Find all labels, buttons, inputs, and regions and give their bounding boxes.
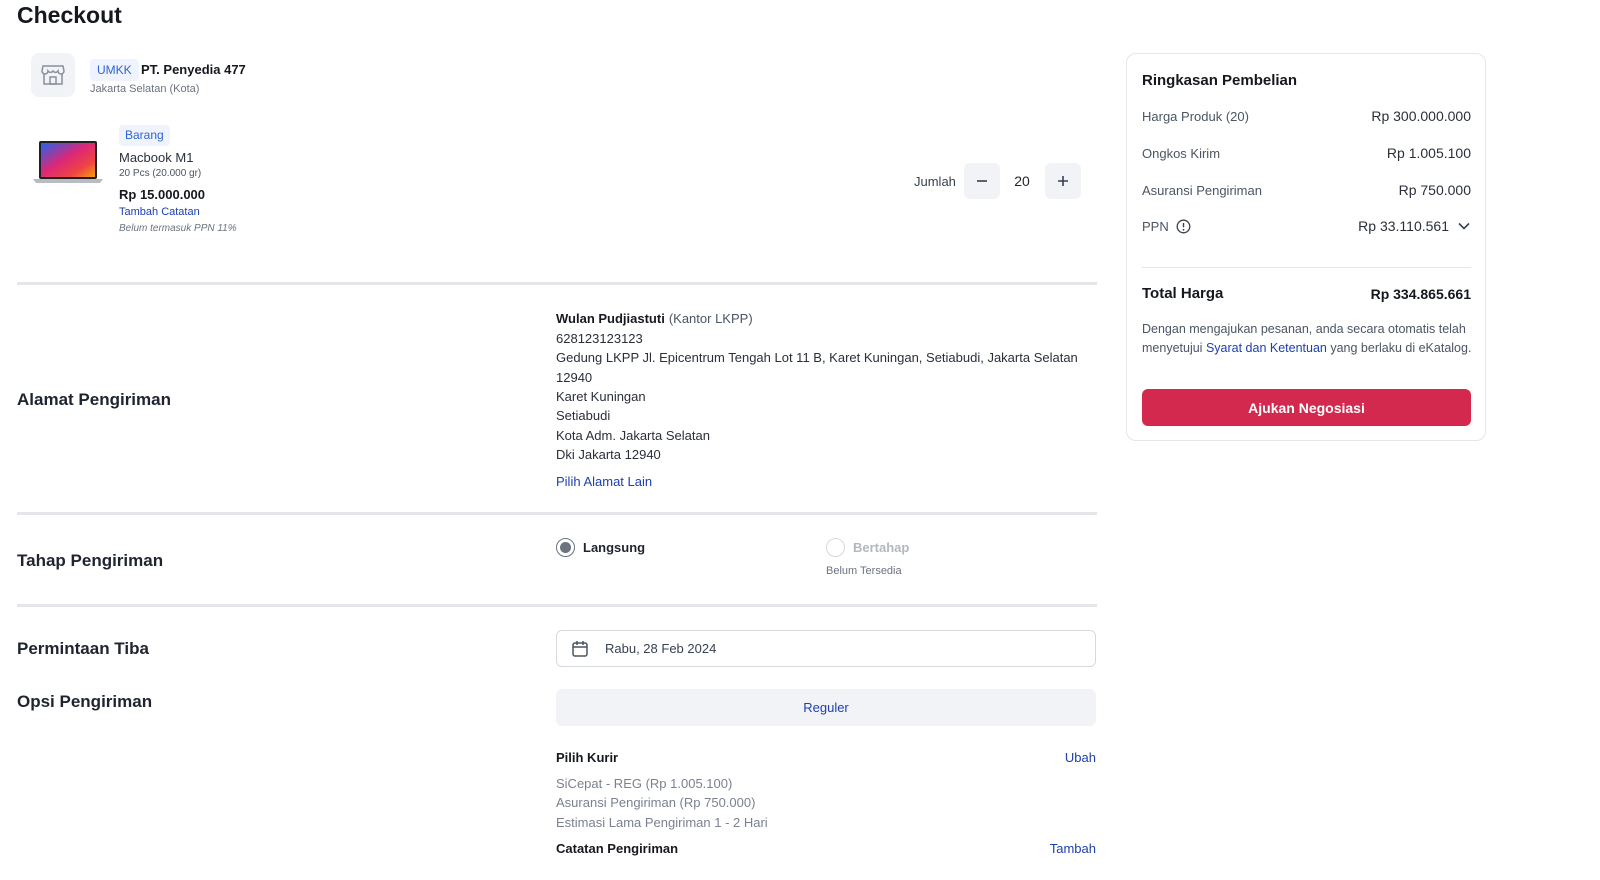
arrival-request-label: Permintaan Tiba	[17, 639, 149, 658]
product-image	[31, 140, 105, 184]
product-quantity-info: 20 Pcs (20.000 gr)	[119, 168, 202, 179]
address-street: Gedung LKPP Jl. Epicentrum Tengah Lot 11…	[556, 350, 1078, 365]
summary-value: Rp 750.000	[1398, 182, 1471, 198]
summary-value: Rp 1.005.100	[1386, 145, 1471, 161]
ppn-label-group: PPN	[1142, 219, 1191, 234]
staged-unavailable-note: Belum Tersedia	[826, 565, 902, 577]
summary-value: Rp 33.110.561	[1358, 218, 1449, 234]
radio-direct-label: Langsung	[583, 540, 646, 555]
address-village: Karet Kuningan	[556, 389, 646, 404]
recipient-name: Wulan Pudjiastuti	[556, 311, 665, 326]
total-label: Total Harga	[1142, 285, 1224, 302]
address-postal: 12940	[556, 370, 593, 385]
radio-direct[interactable]	[556, 538, 575, 557]
page-title: Checkout	[17, 2, 122, 28]
total-value: Rp 334.865.661	[1370, 285, 1471, 302]
recipient-office: (Kantor LKPP)	[668, 311, 753, 326]
store-icon	[31, 53, 75, 97]
summary-row-ppn: PPN Rp 33.110.561	[1142, 218, 1471, 234]
summary-divider	[1142, 267, 1471, 268]
shipping-option-reguler[interactable]: Reguler	[556, 689, 1096, 726]
chevron-down-icon	[1458, 222, 1470, 230]
umkk-badge: UMKK	[90, 59, 139, 81]
summary-label: PPN	[1142, 218, 1169, 234]
plus-icon	[1058, 176, 1068, 186]
courier-label: Pilih Kurir	[556, 750, 619, 765]
decrease-quantity-button[interactable]	[964, 163, 1000, 199]
agreement-text: Dengan mengajukan pesanan, anda secara o…	[1142, 320, 1474, 357]
quantity-value[interactable]: 20	[1004, 173, 1040, 189]
recipient-phone: 628123123123	[556, 331, 643, 346]
divider	[17, 282, 1097, 285]
summary-label: Harga Produk (20)	[1142, 108, 1249, 124]
arrival-date-input[interactable]: Rabu, 28 Feb 2024	[556, 630, 1096, 667]
minus-icon	[977, 180, 987, 182]
divider	[17, 604, 1097, 607]
product-name: Macbook M1	[119, 150, 194, 165]
tax-note: Belum termasuk PPN 11%	[119, 223, 237, 234]
terms-link[interactable]: Syarat dan Ketentuan	[1206, 341, 1327, 355]
courier-service: SiCepat - REG (Rp 1.005.100)	[556, 776, 733, 791]
ppn-value-toggle[interactable]: Rp 33.110.561	[1358, 218, 1471, 234]
summary-value: Rp 300.000.000	[1371, 108, 1471, 124]
shipping-option-label: Opsi Pengiriman	[17, 692, 153, 711]
shipping-stage-label: Tahap Pengiriman	[17, 551, 164, 570]
agreement-suffix: yang berlaku di eKatalog.	[1326, 340, 1472, 355]
increase-quantity-button[interactable]	[1045, 163, 1081, 199]
courier-estimate: Estimasi Lama Pengiriman 1 - 2 Hari	[556, 815, 768, 830]
address-city: Kota Adm. Jakarta Selatan	[556, 428, 710, 443]
summary-title: Ringkasan Pembelian	[1142, 72, 1298, 89]
product-price: Rp 15.000.000	[119, 187, 206, 202]
address-section-label: Alamat Pengiriman	[17, 390, 171, 409]
product-type-badge: Barang	[119, 125, 170, 146]
divider	[17, 512, 1097, 515]
calendar-icon	[572, 640, 588, 657]
radio-staged	[826, 538, 845, 557]
summary-row-product-price: Harga Produk (20) Rp 300.000.000	[1142, 108, 1471, 124]
info-icon[interactable]	[1176, 219, 1191, 234]
summary-label: Ongkos Kirim	[1142, 145, 1221, 161]
change-courier-link[interactable]: Ubah	[1065, 750, 1096, 765]
courier-insurance: Asuransi Pengiriman (Rp 750.000)	[556, 795, 756, 810]
choose-other-address-link[interactable]: Pilih Alamat Lain	[556, 474, 652, 489]
recipient: Wulan Pudjiastuti (Kantor LKPP)	[556, 311, 753, 326]
seller-location: Jakarta Selatan (Kota)	[90, 83, 200, 95]
radio-staged-label: Bertahap	[853, 540, 910, 555]
summary-row-shipping-insurance: Asuransi Pengiriman Rp 750.000	[1142, 182, 1471, 198]
purchase-summary-card: Ringkasan Pembelian Harga Produk (20) Rp…	[1126, 53, 1486, 441]
seller-name: PT. Penyedia 477	[141, 62, 246, 77]
add-note-link[interactable]: Tambah Catatan	[119, 206, 200, 218]
summary-label: Asuransi Pengiriman	[1142, 182, 1262, 198]
address-district: Setiabudi	[556, 408, 611, 423]
add-shipping-note-link[interactable]: Tambah	[1050, 841, 1096, 856]
arrival-date-value: Rabu, 28 Feb 2024	[605, 641, 717, 656]
summary-row-shipping-cost: Ongkos Kirim Rp 1.005.100	[1142, 145, 1471, 161]
address-province: Dki Jakarta 12940	[556, 447, 661, 462]
submit-negotiation-button[interactable]: Ajukan Negosiasi	[1142, 389, 1471, 426]
quantity-label: Jumlah	[914, 174, 956, 189]
summary-row-total: Total Harga Rp 334.865.661	[1142, 285, 1471, 302]
shipping-note-label: Catatan Pengiriman	[556, 841, 679, 856]
